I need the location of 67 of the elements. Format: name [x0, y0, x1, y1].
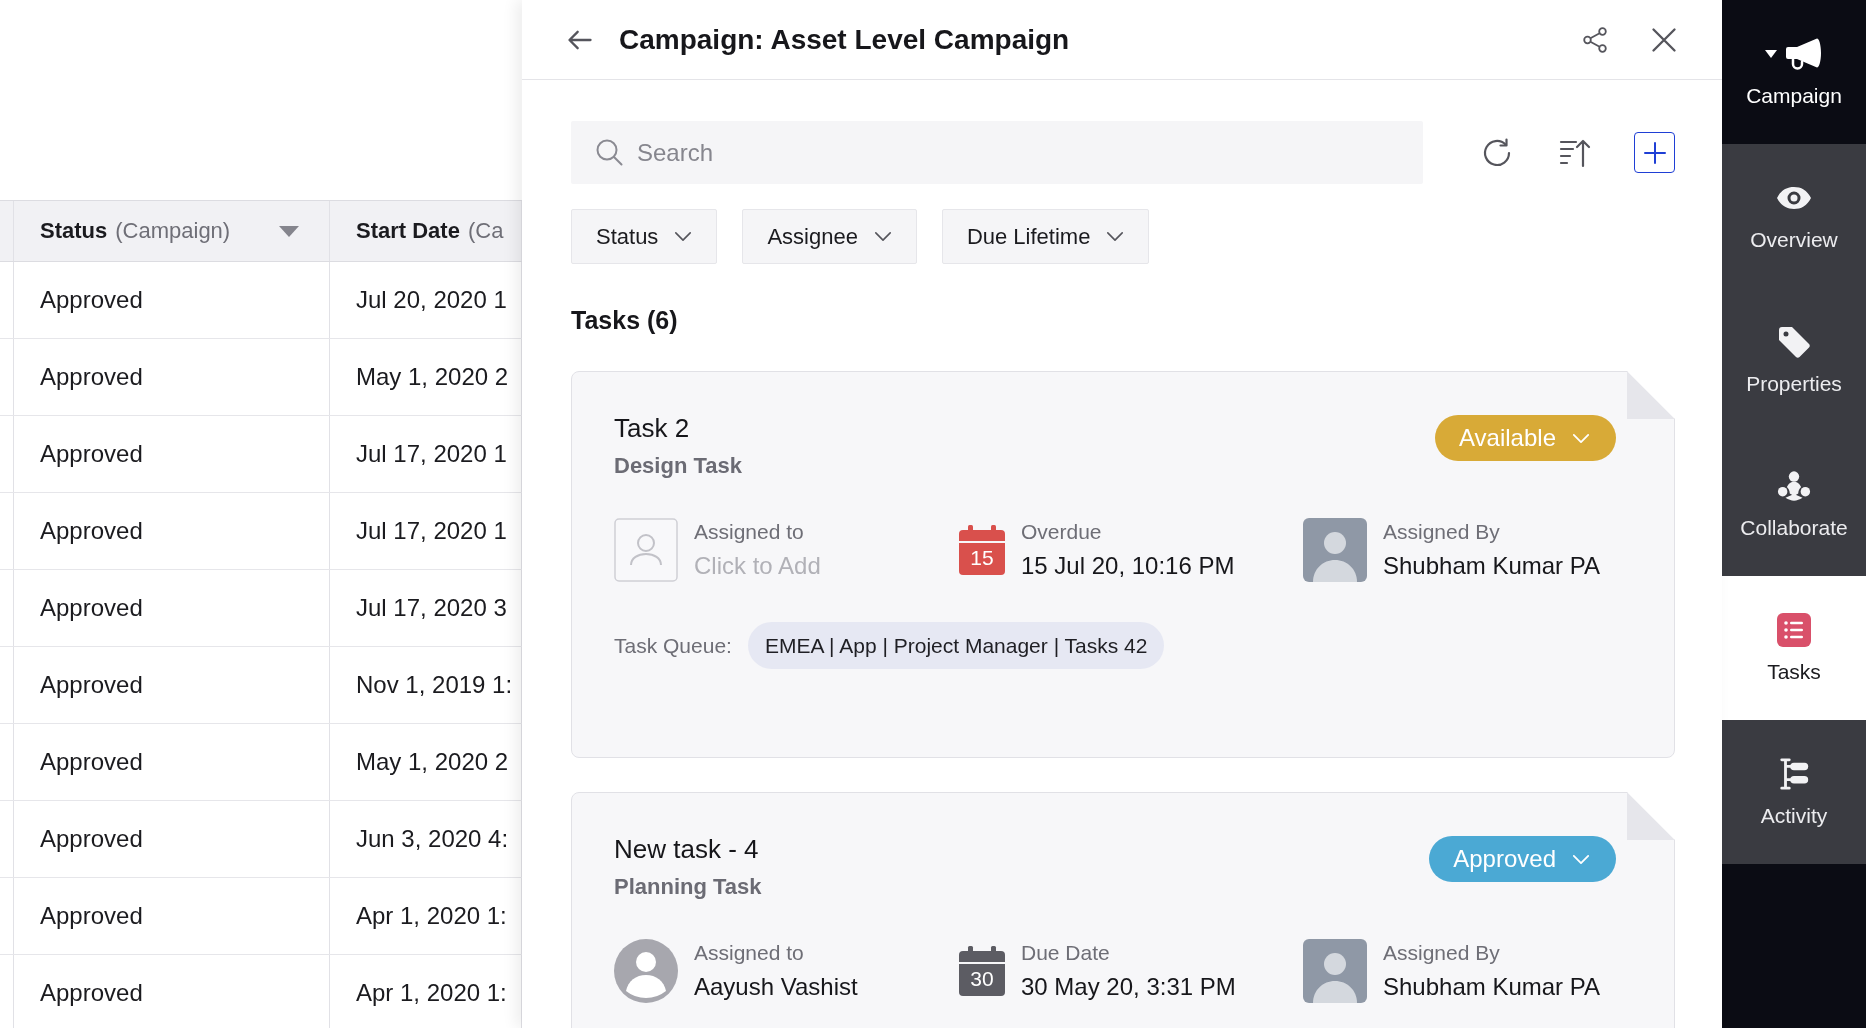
people-icon [1777, 469, 1811, 503]
share-icon [1581, 25, 1609, 54]
tree-icon [1777, 757, 1811, 791]
add-button[interactable] [1634, 132, 1675, 173]
column-header-label: Start Date [356, 218, 460, 244]
refresh-icon [1481, 136, 1513, 169]
assignee-name: Aayush Vashist [694, 972, 858, 1002]
task-title: Task 2 [614, 412, 691, 444]
close-icon [1650, 25, 1678, 54]
due-label: Due Date [1021, 940, 1111, 966]
avatar-placeholder [1303, 518, 1367, 582]
task-type: Planning Task [614, 873, 762, 901]
chevron-down-icon [1106, 231, 1125, 242]
task-queue-tag: EMEA | App | Project Manager | Tasks 42 [747, 622, 1165, 669]
folded-corner-icon [1627, 371, 1675, 419]
user-avatar-icon [614, 939, 678, 1003]
task-card[interactable]: New task - 4 Planning Task Approved Assigned to Aayush Vashist 30 Due Date 30 May 20, 3:31 PM Assigned By Shubham Kumar PA [571, 792, 1675, 1028]
search-icon [595, 138, 623, 166]
chevron-down-icon [1572, 853, 1590, 865]
chevron-down-icon [1572, 432, 1590, 444]
assigned-by-name: Shubham Kumar PA [1383, 972, 1600, 1002]
tasks-heading: Tasks (6) [571, 305, 679, 335]
assigned-by-name: Shubham Kumar PA [1383, 551, 1600, 581]
sidebar-tab[interactable]: Tasks [1722, 576, 1866, 720]
filter-dropdown[interactable]: Status [571, 209, 718, 264]
filter-dropdown[interactable]: Due Lifetime [941, 209, 1150, 264]
assignee-label: Assigned to [694, 519, 805, 545]
due-date: 30 May 20, 3:31 PM [1021, 972, 1236, 1002]
caret-down-icon[interactable] [279, 225, 299, 237]
list-icon [1777, 613, 1811, 647]
table-cell: Approved [14, 262, 330, 338]
panel-title: Campaign: Asset Level Campaign [619, 23, 1070, 56]
table-cell: Approved [14, 339, 330, 415]
chevron-down-icon [873, 231, 892, 242]
column-header-qualifier: (Ca [467, 218, 504, 244]
tag-icon [1777, 325, 1811, 359]
caret-down-icon [1765, 50, 1777, 58]
plus-icon [1643, 141, 1666, 164]
filter-dropdown[interactable]: Assignee [742, 209, 917, 264]
due-label: Overdue [1021, 519, 1103, 545]
task-queue-label: Task Queue: [614, 633, 732, 658]
eye-icon [1776, 186, 1812, 210]
assignee-label: Assigned to [694, 940, 805, 966]
assigned-by-label: Assigned By [1383, 519, 1501, 545]
sidebar-tab[interactable]: Activity [1722, 720, 1866, 864]
avatar-placeholder [1303, 939, 1367, 1003]
column-header-qualifier: (Campaign) [115, 218, 231, 244]
sidebar-tab[interactable]: Collaborate [1722, 432, 1866, 576]
table-cell: Approved [14, 493, 330, 569]
task-title: New task - 4 [614, 833, 760, 865]
table-cell: Approved [14, 801, 330, 877]
table-cell: Approved [14, 647, 330, 723]
table-cell: Approved [14, 416, 330, 492]
chevron-down-icon [674, 231, 693, 242]
sidebar-tab[interactable]: Overview [1722, 144, 1866, 288]
table-cell: Approved [14, 955, 330, 1028]
assigned-by-label: Assigned By [1383, 940, 1501, 966]
task-type: Design Task [614, 452, 742, 480]
search-field[interactable]: Search [571, 121, 1423, 184]
table-cell: Approved [14, 878, 330, 954]
megaphone-icon [1785, 37, 1823, 71]
table-cell: Approved [14, 570, 330, 646]
due-date: 15 Jul 20, 10:16 PM [1021, 551, 1235, 581]
table-cell: Approved [14, 724, 330, 800]
folded-corner-icon [1627, 792, 1675, 840]
sidebar-tab[interactable]: Properties [1722, 288, 1866, 432]
column-header-label: Status [40, 218, 108, 244]
